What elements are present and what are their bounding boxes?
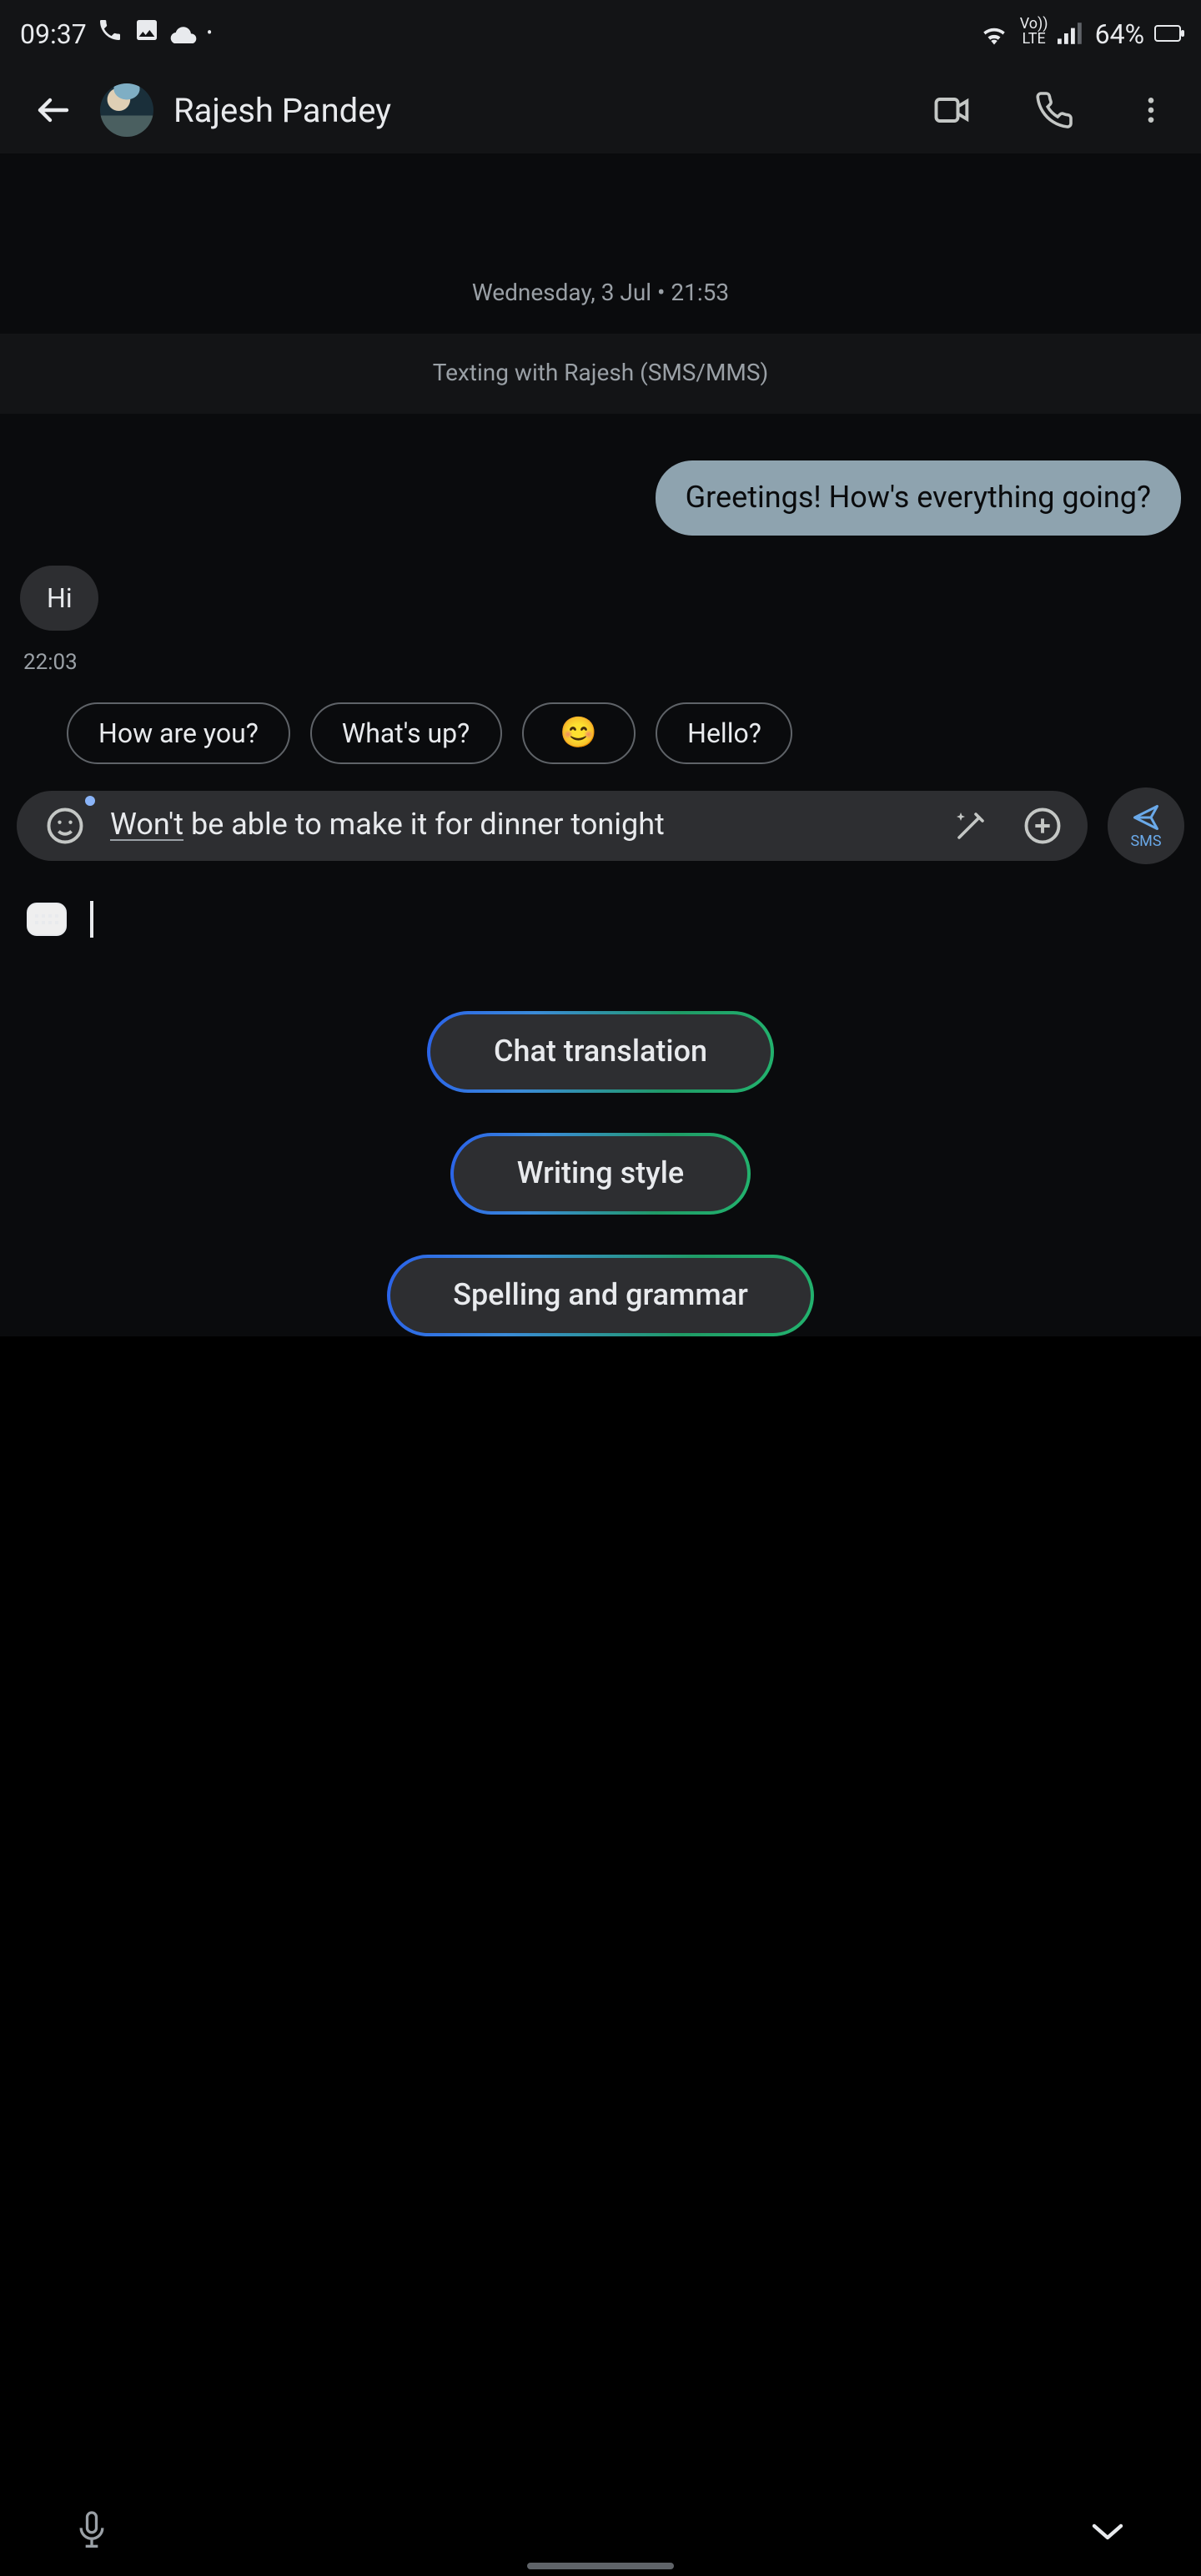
attach-button[interactable] — [1014, 797, 1071, 854]
system-nav-bar — [0, 2493, 1201, 2576]
conversation-header: Rajesh Pandey — [0, 67, 1201, 153]
incoming-message-time: 22:03 — [0, 641, 1201, 702]
keyboard-icon — [35, 914, 58, 924]
quick-reply-how-are-you[interactable]: How are you? — [67, 702, 290, 764]
voice-input-button[interactable] — [73, 2509, 110, 2559]
collapse-panel-button[interactable] — [1088, 2518, 1128, 2551]
gesture-nav-pill[interactable] — [527, 2563, 674, 2569]
compose-pill: Won't be able to make it for dinner toni… — [17, 791, 1088, 861]
compose-underlined-word: Won't — [110, 808, 183, 843]
ai-options-list: Chat translation Writing style Spelling … — [27, 988, 1174, 1336]
panel-top-row — [27, 901, 1174, 988]
image-notif-icon — [133, 17, 160, 50]
overflow-menu-button[interactable] — [1128, 87, 1174, 133]
quick-reply-row: How are you? What's up? 😊 Hello? — [0, 702, 1201, 787]
video-call-button[interactable] — [924, 82, 981, 138]
ai-option-writing-style[interactable]: Writing style — [450, 1133, 751, 1215]
cloud-icon — [170, 18, 197, 49]
send-mode-label: SMS — [1130, 833, 1161, 850]
ai-option-chat-translation[interactable]: Chat translation — [427, 1011, 774, 1093]
wifi-icon — [980, 22, 1010, 45]
status-right: Vo)) LTE 64% — [980, 18, 1181, 49]
signal-icon — [1058, 22, 1085, 45]
dot-icon: • — [207, 24, 213, 43]
compose-row: Won't be able to make it for dinner toni… — [0, 787, 1201, 878]
volte-indicator: Vo)) LTE — [1020, 18, 1048, 48]
text-cursor-indicator — [90, 901, 93, 938]
date-divider: Wednesday, 3 Jul • 21:53 — [0, 254, 1201, 334]
call-missed-icon — [97, 17, 123, 50]
status-time: 09:37 — [20, 18, 87, 49]
contact-avatar[interactable] — [100, 83, 153, 137]
compose-text-rest: be able to make it for dinner tonight — [183, 808, 665, 843]
sms-info-banner: Texting with Rajesh (SMS/MMS) — [0, 334, 1201, 414]
ai-assist-panel: Chat translation Writing style Spelling … — [0, 878, 1201, 1336]
compose-text-input[interactable]: Won't be able to make it for dinner toni… — [110, 802, 927, 850]
outgoing-message-row: Greetings! How's everything going? — [0, 460, 1201, 566]
back-button[interactable] — [27, 83, 80, 137]
ai-option-spelling-grammar[interactable]: Spelling and grammar — [386, 1255, 815, 1336]
status-left: 09:37 • — [20, 17, 212, 50]
quick-reply-whats-up[interactable]: What's up? — [310, 702, 501, 764]
battery-percent: 64% — [1095, 18, 1144, 49]
status-bar: 09:37 • Vo)) LTE 64% — [0, 0, 1201, 67]
battery-icon — [1154, 25, 1181, 42]
magic-compose-button[interactable] — [944, 799, 997, 853]
quick-reply-hello[interactable]: Hello? — [656, 702, 793, 764]
contact-name[interactable]: Rajesh Pandey — [173, 90, 391, 130]
outgoing-message-bubble[interactable]: Greetings! How's everything going? — [656, 460, 1181, 536]
voice-call-button[interactable] — [1028, 83, 1081, 137]
send-sms-button[interactable]: SMS — [1108, 787, 1184, 864]
incoming-message-bubble[interactable]: Hi — [20, 566, 99, 631]
emoji-picker-button[interactable] — [37, 797, 93, 854]
chat-area: Wednesday, 3 Jul • 21:53 Texting with Ra… — [0, 153, 1201, 878]
incoming-message-row: Hi — [0, 566, 1201, 641]
emoji-indicator-dot — [85, 796, 95, 806]
quick-reply-emoji-smile[interactable]: 😊 — [521, 702, 636, 764]
keyboard-toggle-button[interactable] — [27, 903, 67, 936]
